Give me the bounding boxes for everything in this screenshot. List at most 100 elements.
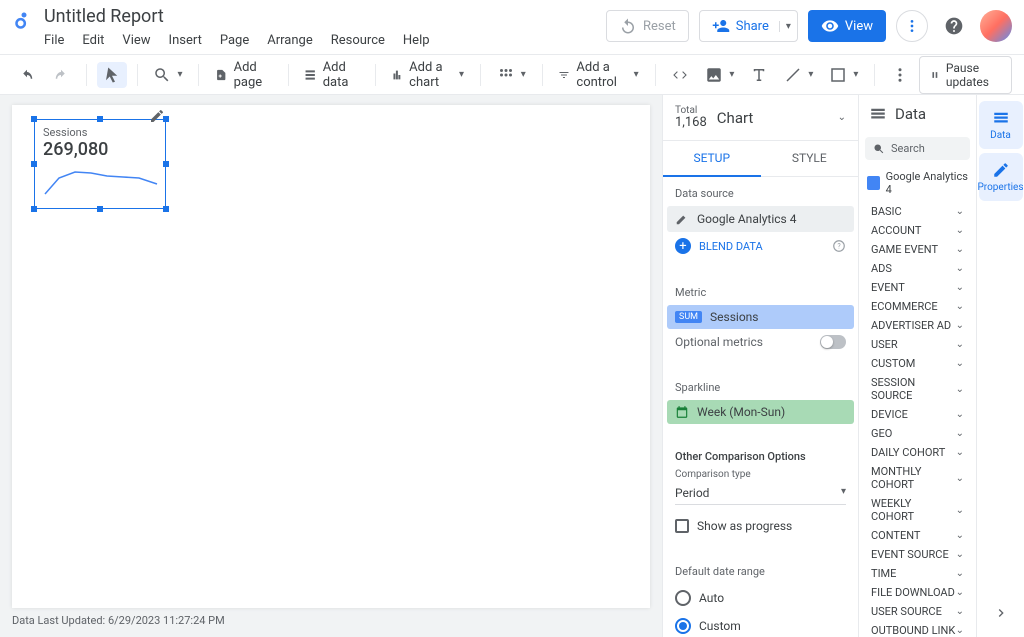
dimension-list: BASIC⌄ACCOUNT⌄GAME EVENT⌄ADS⌄EVENT⌄ECOMM… bbox=[859, 202, 976, 637]
scorecard-chart[interactable]: Sessions 269,080 bbox=[34, 119, 166, 209]
dimension-group[interactable]: ADVERTISER AD⌄ bbox=[863, 316, 972, 335]
metric-chip[interactable]: SUM Sessions bbox=[667, 305, 854, 329]
menu-view[interactable]: View bbox=[122, 33, 150, 48]
toolbar: ▾ Add page Add data Add a chart▾ ▾ Add a… bbox=[0, 55, 1024, 95]
dimension-group[interactable]: BASIC⌄ bbox=[863, 202, 972, 221]
dimension-group[interactable]: EVENT⌄ bbox=[863, 278, 972, 297]
embed-button[interactable] bbox=[665, 62, 695, 88]
add-page-button[interactable]: Add page bbox=[209, 56, 277, 94]
dimension-group[interactable]: GAME EVENT⌄ bbox=[863, 240, 972, 259]
rail-properties-tab[interactable]: Properties bbox=[979, 153, 1023, 201]
radio-icon[interactable] bbox=[675, 618, 691, 634]
comparison-type-label: Comparison type bbox=[663, 469, 858, 480]
optional-metrics-toggle[interactable] bbox=[820, 335, 846, 349]
add-chart-button[interactable]: Add a chart▾ bbox=[385, 56, 470, 94]
dimension-group[interactable]: FILE DOWNLOAD⌄ bbox=[863, 583, 972, 602]
dimension-group[interactable]: USER SOURCE⌄ bbox=[863, 602, 972, 621]
field-search-input[interactable]: Search bbox=[865, 137, 970, 160]
help-icon[interactable]: ? bbox=[832, 239, 846, 253]
share-dropdown-icon[interactable]: ▾ bbox=[779, 21, 791, 32]
add-data-button[interactable]: Add data bbox=[298, 56, 364, 94]
undo-button[interactable] bbox=[12, 62, 42, 88]
menu-insert[interactable]: Insert bbox=[169, 33, 202, 48]
radio-icon[interactable] bbox=[675, 590, 691, 606]
user-avatar[interactable] bbox=[980, 10, 1012, 42]
dimension-group[interactable]: SESSION SOURCE⌄ bbox=[863, 373, 972, 405]
right-rail: Data Properties bbox=[976, 95, 1024, 637]
menu-arrange[interactable]: Arrange bbox=[267, 33, 312, 48]
image-button[interactable]: ▾ bbox=[699, 62, 740, 88]
chevron-down-icon[interactable]: ⌄ bbox=[838, 112, 846, 123]
range-custom-radio[interactable]: Custom bbox=[663, 612, 858, 637]
zoom-icon bbox=[153, 66, 171, 84]
data-icon bbox=[992, 109, 1010, 127]
dimension-group[interactable]: ECOMMERCE⌄ bbox=[863, 297, 972, 316]
dimension-group[interactable]: DAILY COHORT⌄ bbox=[863, 443, 972, 462]
properties-panel: Total 1,168 Chart ⌄ SETUP STYLE Data sou… bbox=[662, 95, 858, 637]
blend-data-button[interactable]: + BLEND DATA ? bbox=[663, 232, 858, 260]
dimension-group[interactable]: ADS⌄ bbox=[863, 259, 972, 278]
comparison-type-select[interactable]: Period▾ bbox=[675, 482, 846, 505]
metric-label: Sessions bbox=[43, 126, 157, 139]
report-canvas[interactable]: Sessions 269,080 bbox=[12, 105, 650, 608]
view-button[interactable]: View bbox=[808, 10, 886, 42]
sparkline-chip[interactable]: Week (Mon-Sun) bbox=[667, 400, 854, 424]
dimension-group[interactable]: WEEKLY COHORT⌄ bbox=[863, 494, 972, 526]
shape-icon bbox=[829, 66, 847, 84]
menu-edit[interactable]: Edit bbox=[82, 33, 104, 48]
add-control-button[interactable]: Add a control▾ bbox=[552, 56, 644, 94]
help-button[interactable] bbox=[938, 10, 970, 42]
sparkline-chart bbox=[43, 164, 159, 208]
dimension-group[interactable]: ACCOUNT⌄ bbox=[863, 221, 972, 240]
rail-data-tab[interactable]: Data bbox=[979, 101, 1023, 149]
menu-bar: File Edit View Insert Page Arrange Resou… bbox=[44, 29, 606, 54]
checkbox-icon[interactable] bbox=[675, 519, 689, 533]
data-source-chip[interactable]: Google Analytics 4 bbox=[667, 206, 854, 232]
eye-icon bbox=[821, 17, 839, 35]
redo-icon bbox=[52, 66, 70, 84]
show-progress-row[interactable]: Show as progress bbox=[663, 513, 858, 539]
dimension-group[interactable]: CONTENT⌄ bbox=[863, 526, 972, 545]
share-button[interactable]: Share ▾ bbox=[699, 10, 798, 42]
menu-page[interactable]: Page bbox=[220, 33, 249, 48]
report-title[interactable]: Untitled Report bbox=[44, 6, 606, 29]
range-auto-radio[interactable]: Auto bbox=[663, 584, 858, 612]
tab-setup[interactable]: SETUP bbox=[663, 141, 761, 177]
menu-file[interactable]: File bbox=[44, 33, 64, 48]
sum-badge: SUM bbox=[675, 311, 702, 323]
chart-icon bbox=[391, 66, 403, 84]
dimension-group[interactable]: CUSTOM⌄ bbox=[863, 354, 972, 373]
menu-help[interactable]: Help bbox=[403, 33, 430, 48]
menu-resource[interactable]: Resource bbox=[331, 33, 385, 48]
pause-updates-button[interactable]: Pause updates bbox=[919, 56, 1012, 94]
data-source-item[interactable]: Google Analytics 4 bbox=[859, 164, 976, 202]
tab-style[interactable]: STYLE bbox=[761, 141, 859, 177]
dimension-group[interactable]: TIME⌄ bbox=[863, 564, 972, 583]
dimension-group[interactable]: DEVICE⌄ bbox=[863, 405, 972, 424]
community-viz-button[interactable]: ▾ bbox=[491, 62, 532, 88]
dimension-group[interactable]: GEO⌄ bbox=[863, 424, 972, 443]
dimension-group[interactable]: EVENT SOURCE⌄ bbox=[863, 545, 972, 564]
more-options-button[interactable] bbox=[896, 10, 928, 42]
select-tool-button[interactable] bbox=[97, 62, 127, 88]
shape-button[interactable]: ▾ bbox=[823, 62, 864, 88]
line-icon bbox=[784, 66, 802, 84]
collapse-rail-button[interactable] bbox=[993, 593, 1009, 637]
line-button[interactable]: ▾ bbox=[778, 62, 819, 88]
reset-button[interactable]: Reset bbox=[606, 10, 689, 42]
toolbar-more-button[interactable] bbox=[885, 62, 915, 88]
zoom-button[interactable]: ▾ bbox=[147, 62, 188, 88]
person-add-icon bbox=[712, 17, 730, 35]
text-button[interactable] bbox=[744, 62, 774, 88]
dimension-group[interactable]: OUTBOUND LINK⌄ bbox=[863, 621, 972, 637]
canvas-area[interactable]: Sessions 269,080 Data Last Updated: 6/29… bbox=[0, 95, 662, 637]
redo-button[interactable] bbox=[46, 62, 76, 88]
chart-type-selector[interactable]: Chart bbox=[717, 109, 828, 127]
dimension-group[interactable]: MONTHLY COHORT⌄ bbox=[863, 462, 972, 494]
looker-studio-logo bbox=[12, 8, 36, 32]
add-icon: + bbox=[675, 238, 691, 254]
text-icon bbox=[750, 66, 768, 84]
dimension-group[interactable]: USER⌄ bbox=[863, 335, 972, 354]
undo-icon bbox=[18, 66, 36, 84]
data-source-label: Data source bbox=[663, 177, 858, 206]
